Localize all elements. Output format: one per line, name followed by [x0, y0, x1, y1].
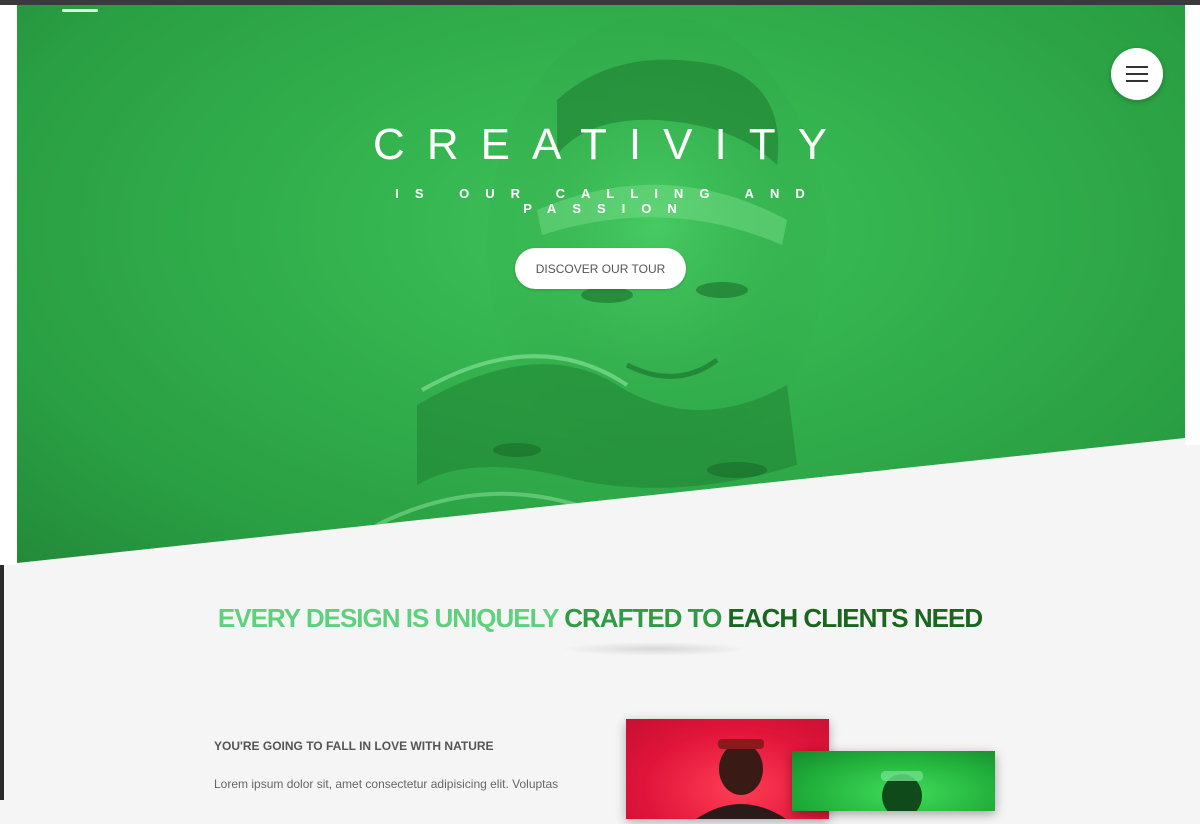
portrait-figure	[881, 771, 923, 818]
discover-tour-button[interactable]: DISCOVER OUR TOUR	[515, 248, 686, 289]
page-left-margin	[0, 5, 17, 565]
hamburger-menu-icon[interactable]	[1111, 48, 1163, 100]
page-right-margin	[1185, 5, 1200, 445]
page-left-edge	[0, 565, 4, 800]
menu-line	[1126, 80, 1148, 82]
tagline-shadow	[560, 642, 750, 656]
tagline-part-1: EVERY DESIGN IS UNIQUELY	[217, 603, 565, 633]
section-heading: YOU'RE GOING TO FALL IN LOVE WITH NATURE	[214, 739, 494, 753]
section-tagline: EVERY DESIGN IS UNIQUELY CRAFTED TO EACH…	[0, 603, 1200, 634]
section-body-text: Lorem ipsum dolor sit, amet consectetur …	[214, 777, 559, 791]
menu-line	[1126, 73, 1148, 75]
browser-top-bar	[0, 0, 1200, 5]
site-logo[interactable]	[62, 9, 98, 12]
menu-line	[1126, 66, 1148, 68]
tagline-part-2: CRAFTED TO	[564, 603, 728, 633]
tagline-part-3: EACH CLIENTS NEED	[727, 603, 984, 633]
hero-title: CREATIVITY	[373, 120, 849, 169]
hero-subtitle: IS OUR CALLING AND PASSION	[395, 186, 821, 216]
portrait-photo-green	[792, 751, 995, 818]
